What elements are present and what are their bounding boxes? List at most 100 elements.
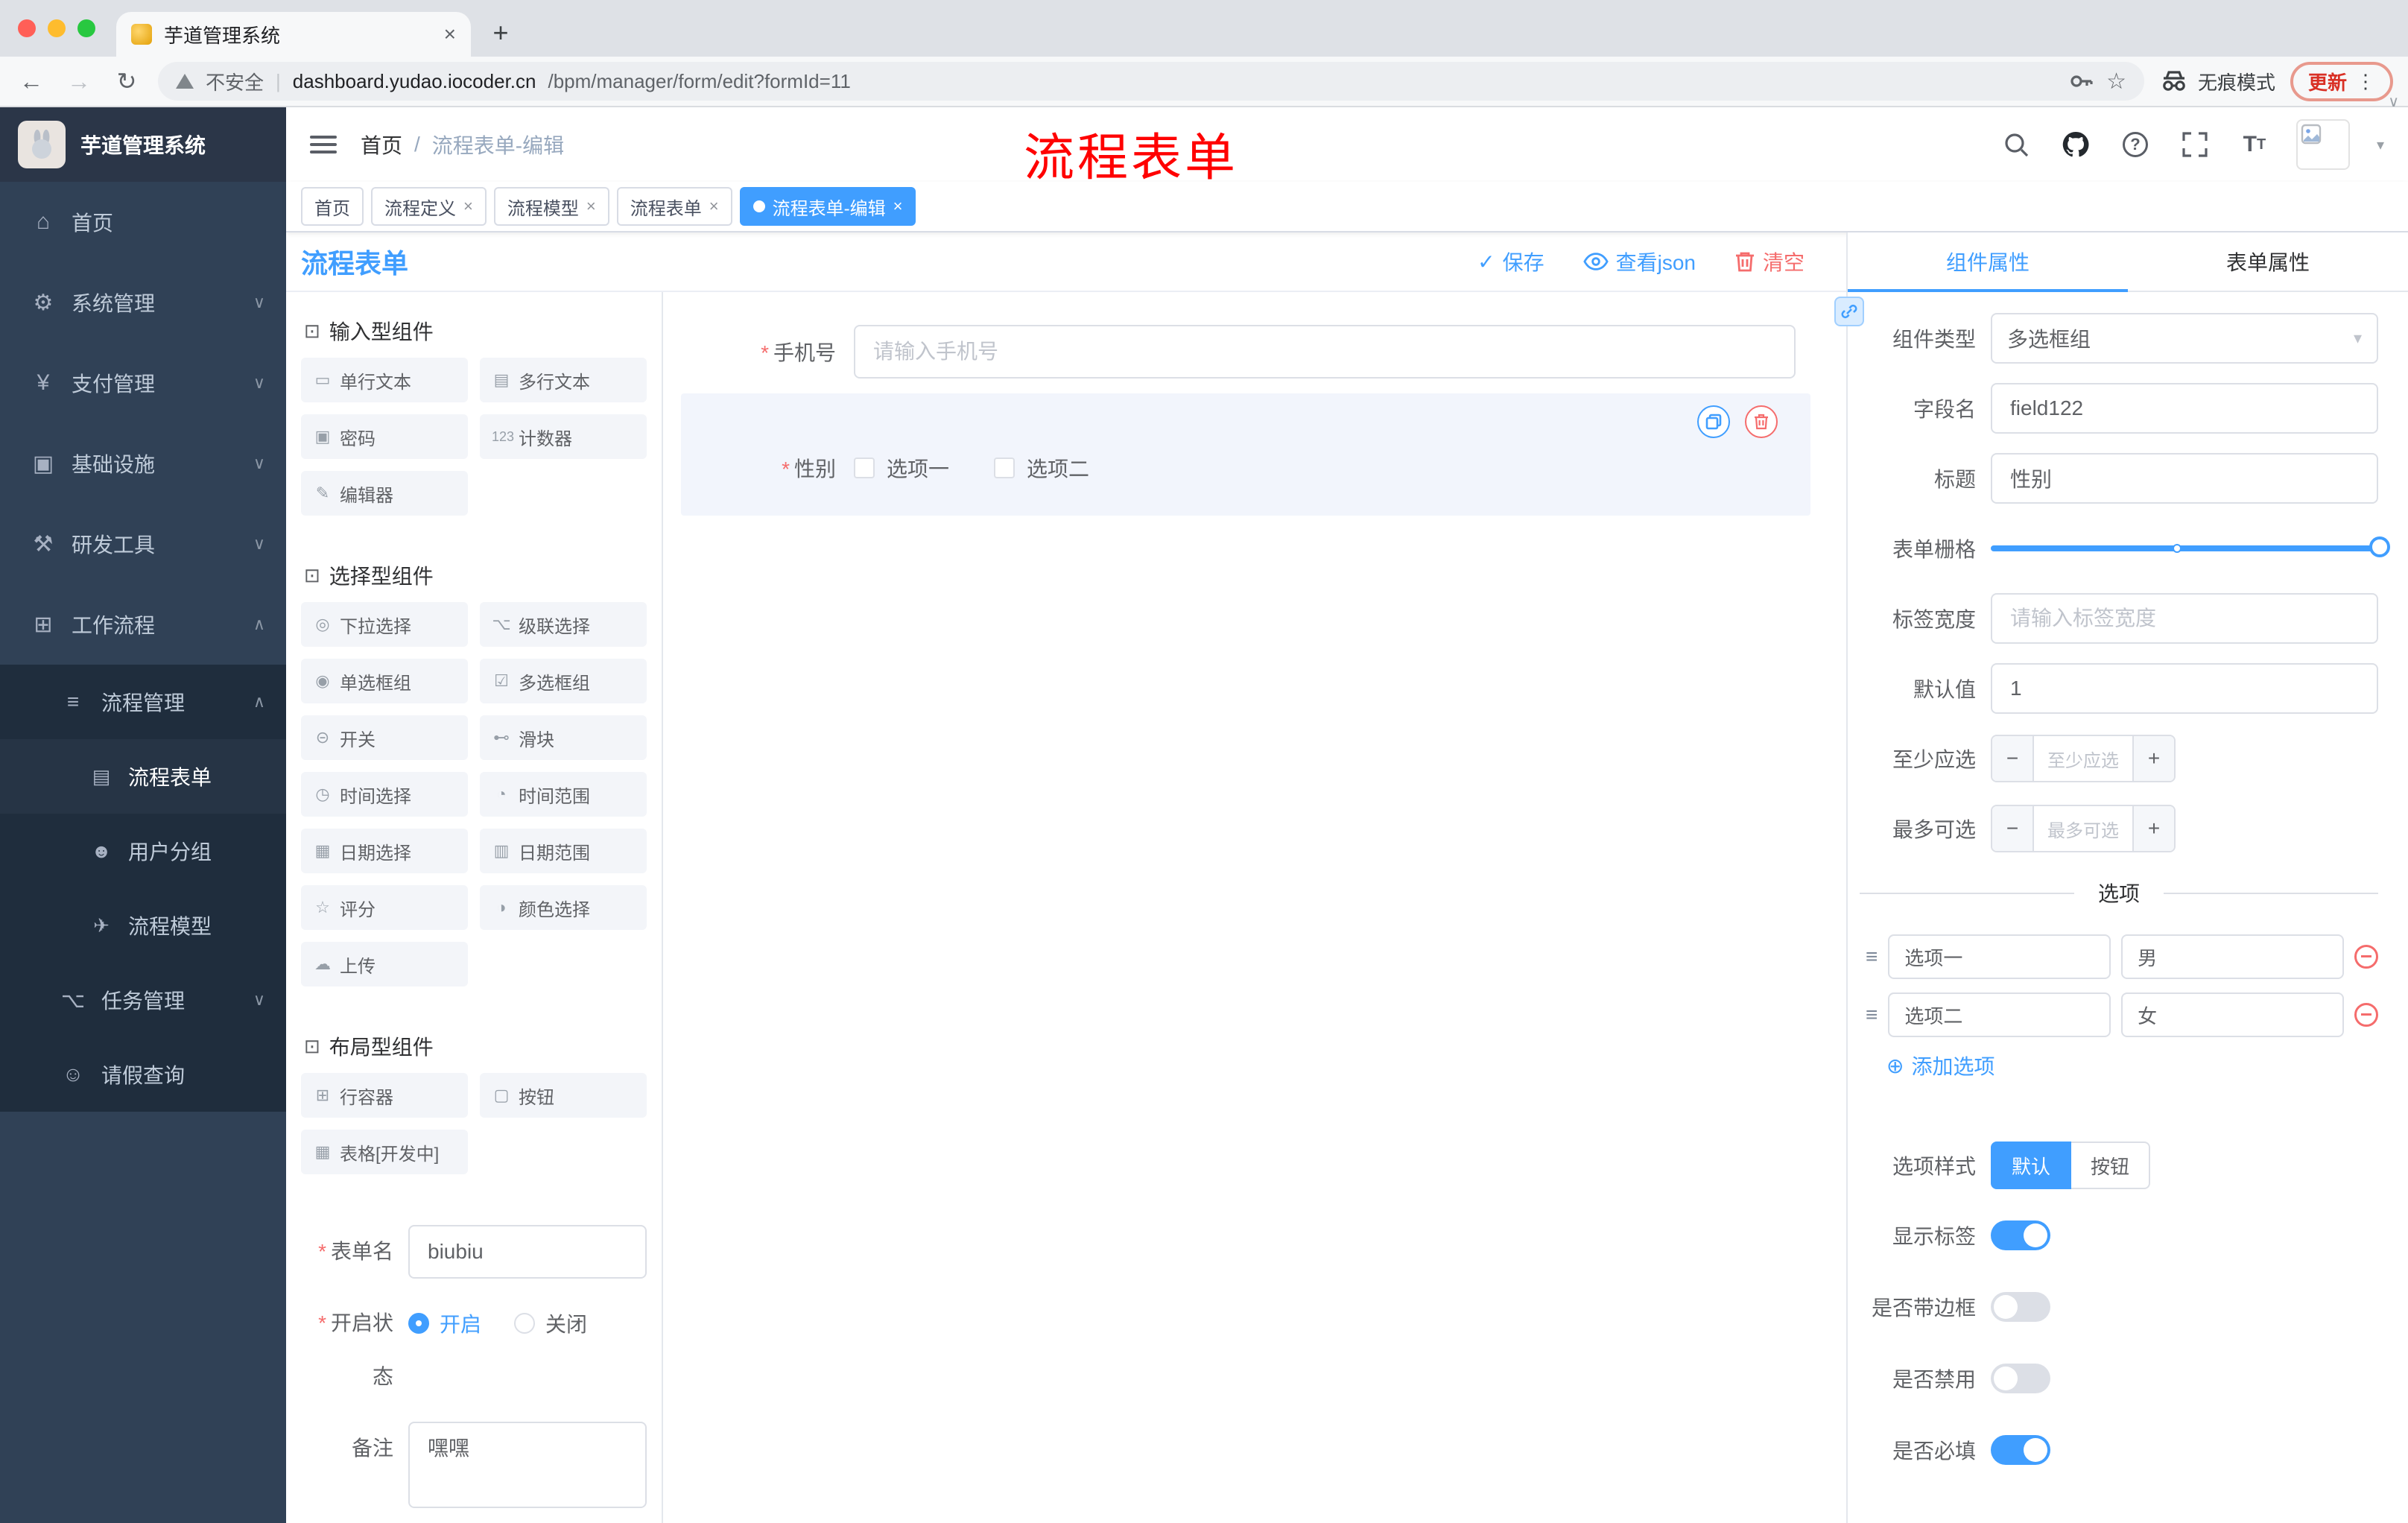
tag-home[interactable]: 首页 bbox=[301, 187, 364, 226]
component-chip-date-range[interactable]: ▥ 日期范围 bbox=[480, 829, 647, 873]
option-style-button-button[interactable]: 按钮 bbox=[2071, 1142, 2151, 1189]
sidebar-item-workflow[interactable]: ⊞ 工作流程 ∧ bbox=[0, 584, 286, 665]
github-icon[interactable] bbox=[2058, 127, 2094, 162]
sidebar-item-home[interactable]: ⌂ 首页 bbox=[0, 182, 286, 262]
sidebar-item-process-form[interactable]: ▤ 流程表单 bbox=[0, 739, 286, 814]
widget-link-badge[interactable] bbox=[1834, 297, 1864, 326]
minus-icon[interactable]: − bbox=[1992, 736, 2034, 781]
minimize-window-button[interactable] bbox=[48, 19, 66, 37]
component-chip-slider[interactable]: ⊷ 滑块 bbox=[480, 715, 647, 760]
tag-close-icon[interactable]: × bbox=[709, 197, 719, 216]
status-radio-off[interactable]: 关闭 bbox=[514, 1308, 587, 1338]
component-chip-time-picker[interactable]: ◷ 时间选择 bbox=[301, 772, 468, 817]
form-remark-textarea[interactable]: 嘿嘿 bbox=[408, 1422, 647, 1508]
component-chip-time-range[interactable]: ◔ 时间范围 bbox=[480, 772, 647, 817]
new-tab-button[interactable]: + bbox=[480, 12, 522, 54]
copy-widget-button[interactable] bbox=[1697, 405, 1730, 438]
required-toggle[interactable] bbox=[1991, 1435, 2050, 1465]
update-browser-button[interactable]: 更新 ⋮ bbox=[2290, 61, 2393, 101]
slider-handle[interactable] bbox=[2369, 536, 2390, 557]
grid-slider[interactable] bbox=[1991, 523, 2390, 574]
plus-icon[interactable]: + bbox=[2132, 806, 2174, 851]
add-option-button[interactable]: ⊕ 添加选项 bbox=[1886, 1051, 2378, 1080]
avatar-caret-icon[interactable]: ▾ bbox=[2377, 136, 2384, 154]
option-style-default-button[interactable]: 默认 bbox=[1991, 1142, 2072, 1189]
canvas-field-phone[interactable]: 手机号 bbox=[681, 325, 1796, 379]
label-width-input[interactable] bbox=[1991, 593, 2378, 644]
component-chip-date-picker[interactable]: ▦ 日期选择 bbox=[301, 829, 468, 873]
status-radio-on[interactable]: 开启 bbox=[408, 1308, 481, 1338]
remove-option-icon[interactable] bbox=[2354, 1003, 2378, 1027]
component-chip-upload[interactable]: ☁ 上传 bbox=[301, 942, 468, 987]
sidebar-item-process-mgmt[interactable]: ≡ 流程管理 ∧ bbox=[0, 665, 286, 739]
sidebar-item-devtools[interactable]: ⚒ 研发工具 ∨ bbox=[0, 504, 286, 584]
search-icon[interactable] bbox=[1998, 127, 2034, 162]
close-window-button[interactable] bbox=[18, 19, 36, 37]
gender-checkbox-option2[interactable]: 选项二 bbox=[994, 453, 1089, 483]
component-chip-button[interactable]: ▢ 按钮 bbox=[480, 1073, 647, 1118]
with-border-toggle[interactable] bbox=[1991, 1292, 2050, 1322]
view-json-button[interactable]: 查看json bbox=[1582, 247, 1696, 276]
component-chip-row-container[interactable]: ⊞ 行容器 bbox=[301, 1073, 468, 1118]
delete-widget-button[interactable] bbox=[1745, 405, 1778, 438]
component-chip-editor[interactable]: ✎ 编辑器 bbox=[301, 471, 468, 516]
component-chip-select[interactable]: ◎ 下拉选择 bbox=[301, 602, 468, 647]
sidebar-item-task-mgmt[interactable]: ⌥ 任务管理 ∨ bbox=[0, 963, 286, 1037]
option2-value-input[interactable] bbox=[2121, 992, 2344, 1037]
option2-label-input[interactable] bbox=[1888, 992, 2111, 1037]
drag-handle-icon[interactable]: ≡ bbox=[1866, 1003, 1878, 1027]
fullscreen-icon[interactable] bbox=[2177, 127, 2213, 162]
sidebar-item-leave-query[interactable]: ☺ 请假查询 bbox=[0, 1037, 286, 1112]
reload-icon[interactable]: ↻ bbox=[110, 67, 143, 95]
tab-form-props[interactable]: 表单属性 bbox=[2128, 232, 2408, 291]
forward-icon[interactable]: → bbox=[63, 68, 95, 95]
tag-process-definition[interactable]: 流程定义 × bbox=[371, 187, 487, 226]
bookmark-star-icon[interactable]: ☆ bbox=[2106, 69, 2126, 95]
drag-handle-icon[interactable]: ≡ bbox=[1866, 945, 1878, 969]
back-icon[interactable]: ← bbox=[15, 68, 48, 95]
tag-close-icon[interactable]: × bbox=[586, 197, 596, 216]
min-select-stepper[interactable]: − 至少应选 + bbox=[1991, 735, 2176, 782]
show-label-toggle[interactable] bbox=[1991, 1220, 2050, 1250]
sidebar-item-process-model[interactable]: ✈ 流程模型 bbox=[0, 888, 286, 963]
save-button[interactable]: ✓ 保存 bbox=[1477, 247, 1544, 276]
component-chip-checkbox-group[interactable]: ☑ 多选框组 bbox=[480, 659, 647, 703]
sidebar-item-payment[interactable]: ¥ 支付管理 ∨ bbox=[0, 343, 286, 423]
tag-process-form[interactable]: 流程表单 × bbox=[616, 187, 732, 226]
tag-process-model[interactable]: 流程模型 × bbox=[493, 187, 609, 226]
remove-option-icon[interactable] bbox=[2354, 945, 2378, 969]
canvas-field-gender-selected[interactable]: 性别 选项一 选项二 bbox=[681, 393, 1810, 516]
option1-value-input[interactable] bbox=[2121, 934, 2344, 979]
help-icon[interactable]: ? bbox=[2117, 127, 2153, 162]
clear-button[interactable]: 清空 bbox=[1734, 247, 1805, 276]
component-chip-password[interactable]: ▣ 密码 bbox=[301, 414, 468, 459]
component-chip-single-text[interactable]: ▭ 单行文本 bbox=[301, 358, 468, 402]
component-chip-rate[interactable]: ☆ 评分 bbox=[301, 885, 468, 930]
browser-menu-icon[interactable]: ⋮ bbox=[2356, 70, 2375, 93]
component-chip-radio-group[interactable]: ◉ 单选框组 bbox=[301, 659, 468, 703]
gender-checkbox-option1[interactable]: 选项一 bbox=[854, 453, 949, 483]
component-chip-switch[interactable]: ⊝ 开关 bbox=[301, 715, 468, 760]
minus-icon[interactable]: − bbox=[1992, 806, 2034, 851]
plus-icon[interactable]: + bbox=[2132, 736, 2174, 781]
sidebar-item-infra[interactable]: ▣ 基础设施 ∨ bbox=[0, 423, 286, 504]
title-input[interactable] bbox=[1991, 453, 2378, 504]
form-name-input[interactable] bbox=[408, 1225, 647, 1279]
disabled-toggle[interactable] bbox=[1991, 1364, 2050, 1393]
zoom-window-button[interactable] bbox=[77, 19, 95, 37]
avatar[interactable] bbox=[2295, 119, 2350, 170]
tag-process-form-edit[interactable]: 流程表单-编辑 × bbox=[739, 187, 916, 226]
option1-label-input[interactable] bbox=[1888, 934, 2111, 979]
tab-close-icon[interactable]: × bbox=[444, 22, 456, 46]
sidebar-item-system[interactable]: ⚙ 系统管理 ∨ bbox=[0, 262, 286, 343]
component-chip-table[interactable]: ▦ 表格[开发中] bbox=[301, 1130, 468, 1174]
tab-component-props[interactable]: 组件属性 bbox=[1848, 232, 2128, 292]
component-chip-textarea[interactable]: ▤ 多行文本 bbox=[480, 358, 647, 402]
phone-input[interactable] bbox=[854, 325, 1796, 379]
default-value-input[interactable] bbox=[1991, 663, 2378, 714]
component-chip-cascader[interactable]: ⌥ 级联选择 bbox=[480, 602, 647, 647]
component-chip-color-picker[interactable]: ◑ 颜色选择 bbox=[480, 885, 647, 930]
font-size-icon[interactable]: TT bbox=[2237, 127, 2272, 162]
tag-close-icon[interactable]: × bbox=[893, 197, 903, 216]
password-key-icon[interactable] bbox=[2068, 68, 2094, 95]
